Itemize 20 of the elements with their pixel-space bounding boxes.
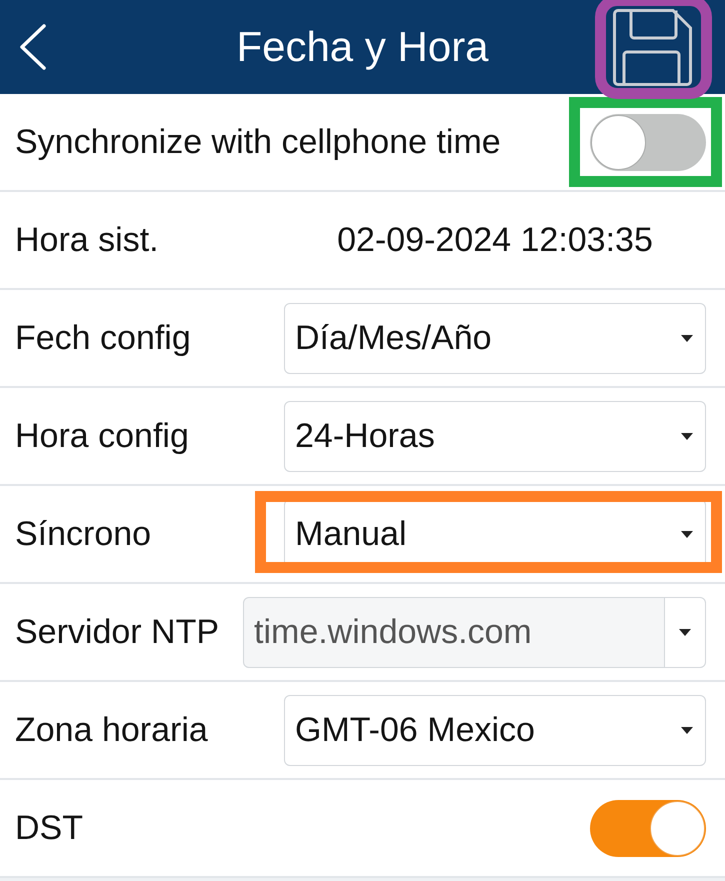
setting-label: Servidor NTP xyxy=(15,612,220,652)
dropdown-select[interactable]: Día/Mes/Año xyxy=(284,302,706,374)
caret-icon xyxy=(681,432,693,440)
setting-label: Síncrono xyxy=(15,514,152,554)
dropdown-select[interactable]: 24-Horas xyxy=(284,400,706,472)
caret-icon xyxy=(681,726,693,734)
setting-label: Synchronize with cellphone time xyxy=(15,122,501,162)
setting-label: Zona horaria xyxy=(15,710,208,750)
caret-icon xyxy=(681,530,693,538)
setting-label: Fech config xyxy=(15,318,191,358)
dropdown-select[interactable]: GMT-06 Mexico xyxy=(284,694,706,766)
setting-label: Hora config xyxy=(15,416,189,456)
caret-icon xyxy=(679,628,691,636)
screen-title: Fecha y Hora xyxy=(236,23,489,71)
caret-icon xyxy=(681,334,693,342)
setting-label: DST xyxy=(15,808,83,848)
date-time-value: 02-09-2024 12:03:35 xyxy=(336,220,654,260)
chevron-left-icon xyxy=(18,24,47,70)
dropdown-button[interactable] xyxy=(665,596,706,668)
setting-label: Hora sist. xyxy=(15,220,159,260)
